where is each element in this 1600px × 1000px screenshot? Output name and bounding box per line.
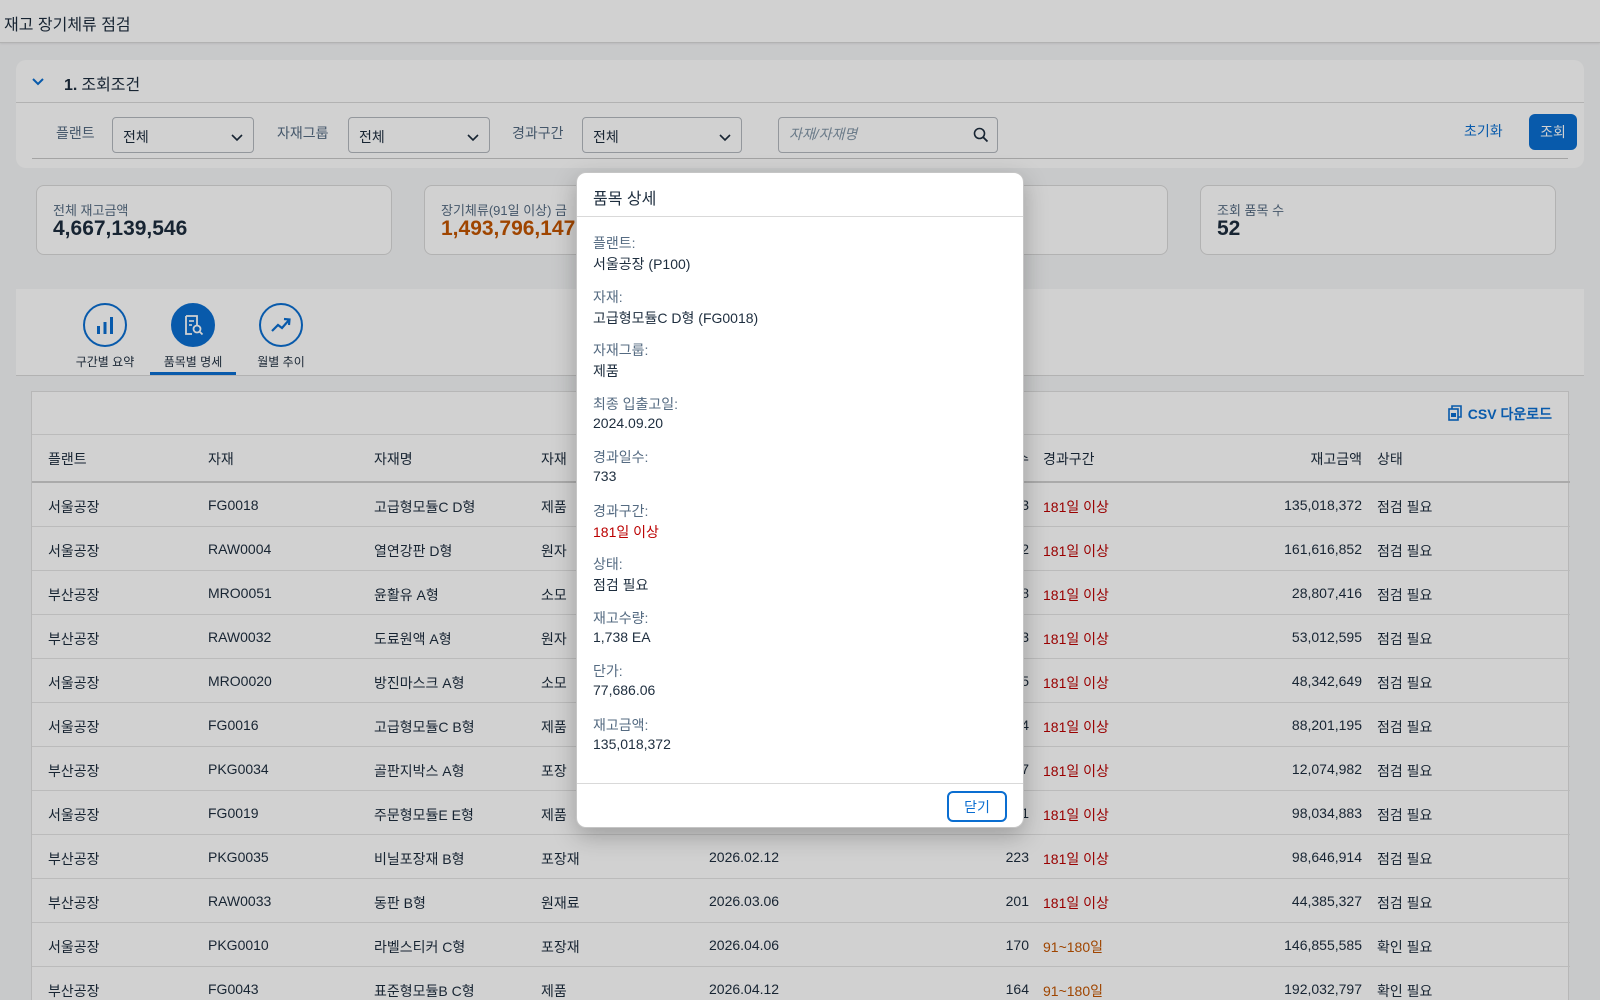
detail-field-label: 자재:	[593, 289, 623, 305]
detail-field: 재고금액: 135,018,372	[593, 715, 1007, 768]
detail-field-label: 플랜트:	[593, 235, 636, 251]
detail-field-value: 제품	[593, 363, 619, 379]
detail-field-value: 77,686.06	[593, 682, 656, 698]
detail-field-value: 1,738 EA	[593, 629, 651, 645]
detail-field-label: 단가:	[593, 663, 623, 679]
detail-field: 경과일수: 733	[593, 447, 1007, 501]
dialog-title: 품목 상세	[593, 191, 657, 208]
detail-field-value: 2024.09.20	[593, 415, 664, 431]
detail-field-label: 자재그룹:	[593, 342, 649, 358]
item-detail-dialog: 품목 상세 플랜트: 서울공장 (P100) 자재: 고급형모듈C D형 (FG001…	[576, 172, 1024, 828]
detail-field-value: 181일 이상	[593, 524, 659, 540]
detail-field: 경과구간: 181일 이상	[593, 501, 1007, 554]
detail-field-label: 상태:	[593, 556, 623, 572]
dialog-body: 플랜트: 서울공장 (P100) 자재: 고급형모듈C D형 (FG0018) 자재그룹…	[593, 233, 1007, 768]
detail-field: 플랜트: 서울공장 (P100)	[593, 233, 1007, 287]
dialog-header: 품목 상세	[577, 173, 1023, 217]
detail-field-label: 재고금액:	[593, 717, 649, 733]
detail-field: 상태: 점검 필요	[593, 554, 1007, 608]
detail-field-label: 최종 입출고일:	[593, 396, 679, 412]
detail-field: 자재: 고급형모듈C D형 (FG0018)	[593, 287, 1007, 340]
detail-field-label: 경과구간:	[593, 503, 649, 519]
detail-field: 자재그룹: 제품	[593, 340, 1007, 394]
detail-field-value: 고급형모듈C D형 (FG0018)	[593, 310, 759, 326]
detail-field-value: 점검 필요	[593, 577, 649, 593]
dialog-footer: 닫기	[577, 783, 1023, 827]
detail-field-label: 경과일수:	[593, 449, 649, 465]
detail-field: 최종 입출고일: 2024.09.20	[593, 394, 1007, 447]
close-button[interactable]: 닫기	[947, 791, 1007, 822]
detail-field-value: 733	[593, 468, 617, 484]
detail-field: 단가: 77,686.06	[593, 661, 1007, 715]
detail-field-value: 서울공장 (P100)	[593, 256, 691, 272]
detail-field-label: 재고수량:	[593, 610, 649, 626]
detail-field: 재고수량: 1,738 EA	[593, 608, 1007, 661]
detail-field-value: 135,018,372	[593, 736, 671, 752]
